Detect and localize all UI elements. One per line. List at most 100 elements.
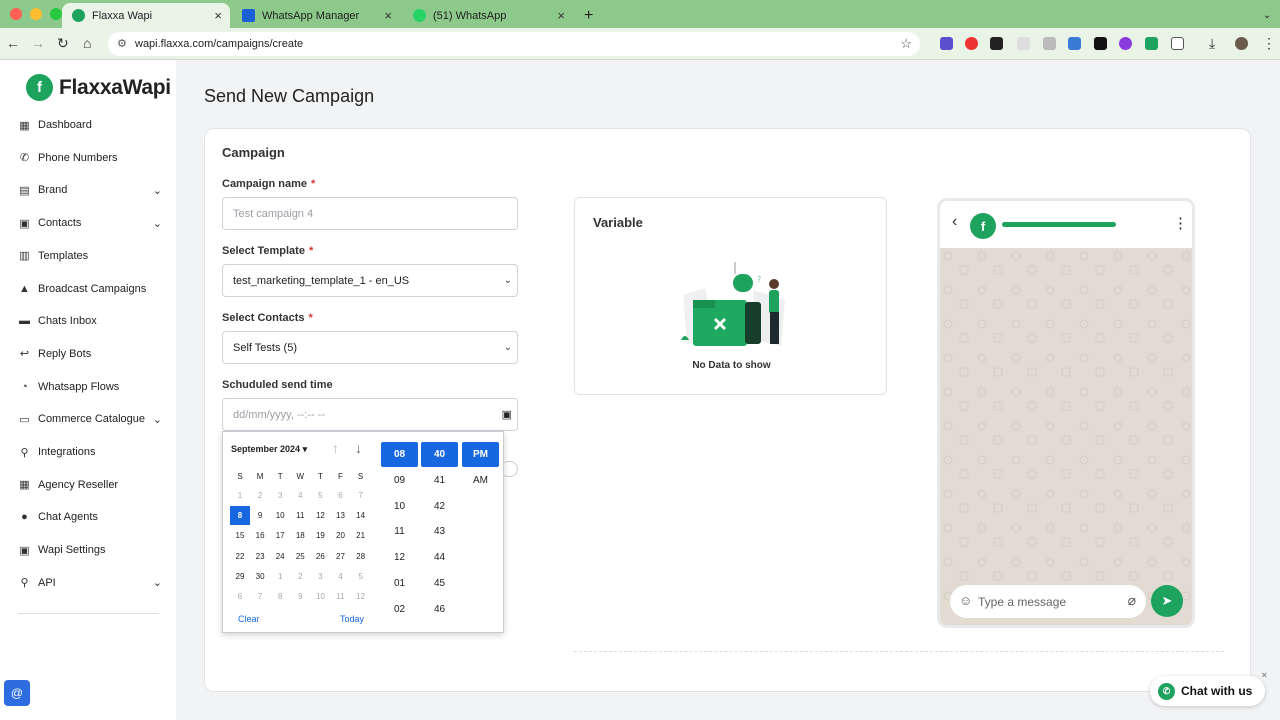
calendar-day[interactable]: 30 (250, 567, 270, 586)
clear-button[interactable]: Clear (238, 614, 260, 624)
extension-icon[interactable] (1119, 37, 1132, 50)
forward-icon[interactable]: → (31, 35, 45, 51)
time-option-minutes[interactable]: 46 (421, 597, 458, 622)
calendar-day[interactable]: 24 (270, 547, 290, 566)
sidebar-item-contacts[interactable]: ▣ Contacts ⌄ (18, 212, 168, 234)
time-option-hours[interactable]: 02 (381, 597, 418, 622)
time-option-ampm[interactable]: AM (462, 468, 499, 493)
calendar-day[interactable]: 27 (331, 547, 351, 566)
calendar-day-selected[interactable]: 8 (230, 506, 250, 526)
sidebar-item-integrations[interactable]: ⚲ Integrations (18, 441, 168, 463)
sidebar-item-brand[interactable]: ▤ Brand ⌄ (18, 179, 168, 201)
chat-with-us-widget[interactable]: ✆ Chat with us × (1150, 670, 1267, 706)
calendar-day[interactable]: 11 (290, 506, 310, 525)
calendar-day[interactable]: 23 (250, 547, 270, 566)
reload-icon[interactable]: ↻ (57, 35, 69, 52)
time-option-hours[interactable]: 08 (381, 442, 418, 467)
time-option-minutes[interactable]: 42 (421, 494, 458, 519)
message-composer[interactable]: ☺ Type a message ⌀ (950, 585, 1146, 618)
close-tab-icon[interactable]: × (384, 8, 392, 23)
template-select[interactable]: test_marketing_template_1 - en_US ⌄ (222, 264, 518, 297)
extension-icon[interactable] (1017, 37, 1030, 50)
sidebar-item-phone-numbers[interactable]: ✆ Phone Numbers (18, 147, 168, 169)
calendar-day[interactable]: 10 (270, 506, 290, 525)
sidebar-item-wapi-settings[interactable]: ▣ Wapi Settings (18, 539, 168, 561)
extension-icon[interactable] (1068, 37, 1081, 50)
calendar-day[interactable]: 1 (230, 486, 250, 505)
time-option-minutes[interactable]: 44 (421, 545, 458, 570)
calendar-day[interactable]: 19 (310, 526, 330, 545)
back-icon[interactable]: ← (6, 35, 20, 51)
address-bar[interactable]: ⚙ wapi.flaxxa.com/campaigns/create ☆ (108, 32, 920, 56)
time-option-hours[interactable]: 12 (381, 545, 418, 570)
time-option-minutes[interactable]: 41 (421, 468, 458, 493)
month-selector[interactable]: September 2024 ▾ (231, 444, 307, 455)
sidebar-item-api[interactable]: ⚲ API ⌄ (18, 572, 168, 594)
browser-menu-icon[interactable]: ⋮ (1262, 35, 1276, 52)
home-icon[interactable]: ⌂ (83, 35, 91, 51)
app-logo[interactable]: f FlaxxaWapi (26, 74, 171, 101)
campaign-name-input[interactable]: Test campaign 4 (222, 197, 518, 230)
time-option-minutes[interactable]: 40 (421, 442, 458, 467)
close-window-button[interactable] (10, 8, 22, 20)
calendar-day[interactable]: 13 (331, 506, 351, 525)
calendar-day[interactable]: 5 (351, 567, 371, 586)
calendar-day[interactable]: 1 (270, 567, 290, 586)
extension-icon[interactable] (965, 37, 978, 50)
calendar-day[interactable]: 21 (351, 526, 371, 545)
calendar-day[interactable]: 7 (250, 587, 270, 606)
send-time-input[interactable]: dd/mm/yyyy, --:-- -- ▣ (222, 398, 518, 431)
calendar-day[interactable]: 16 (250, 526, 270, 545)
calendar-day[interactable]: 7 (351, 486, 371, 505)
sidebar-item-broadcast-campaigns[interactable]: ▲ Broadcast Campaigns (18, 278, 168, 300)
tab-search-chevron-icon[interactable]: ⌄ (1258, 3, 1280, 28)
extension-icon[interactable] (1145, 37, 1158, 50)
time-option-minutes[interactable]: 45 (421, 571, 458, 596)
browser-tab-whatsapp[interactable]: (51) WhatsApp × (403, 3, 573, 28)
send-button[interactable]: ➤ (1151, 585, 1183, 617)
calendar-day[interactable]: 9 (250, 506, 270, 525)
time-option-hours[interactable]: 09 (381, 468, 418, 493)
calendar-day[interactable]: 12 (310, 506, 330, 525)
time-option-hours[interactable]: 10 (381, 494, 418, 519)
time-option-hours[interactable]: 01 (381, 571, 418, 596)
prev-month-icon[interactable]: ↑ (332, 440, 339, 456)
sidebar-item-whatsapp-flows[interactable]: ◔ Whatsapp Flows (18, 376, 168, 398)
calendar-day[interactable]: 4 (331, 567, 351, 586)
extension-icon[interactable] (940, 37, 953, 50)
calendar-day[interactable]: 29 (230, 567, 250, 586)
calendar-day[interactable]: 2 (250, 486, 270, 505)
calendar-day[interactable]: 9 (290, 587, 310, 606)
calendar-day[interactable]: 2 (290, 567, 310, 586)
calendar-day[interactable]: 17 (270, 526, 290, 545)
calendar-day[interactable]: 8 (270, 587, 290, 606)
calendar-day[interactable]: 25 (290, 547, 310, 566)
time-option-minutes[interactable]: 43 (421, 519, 458, 544)
maximize-window-button[interactable] (50, 8, 62, 20)
calendar-day[interactable]: 26 (310, 547, 330, 566)
calendar-icon[interactable]: ▣ (502, 408, 512, 421)
profile-avatar[interactable] (1235, 37, 1248, 50)
floating-at-button[interactable]: @ (4, 680, 30, 706)
site-info-icon[interactable]: ⚙ (117, 37, 127, 50)
calendar-day[interactable]: 6 (230, 587, 250, 606)
calendar-day[interactable]: 14 (351, 506, 371, 525)
minimize-window-button[interactable] (30, 8, 42, 20)
calendar-day[interactable]: 20 (331, 526, 351, 545)
extensions-puzzle-icon[interactable] (1171, 37, 1184, 50)
calendar-day[interactable]: 5 (310, 486, 330, 505)
time-option-hours[interactable]: 11 (381, 519, 418, 544)
close-tab-icon[interactable]: × (214, 8, 222, 23)
calendar-day[interactable]: 11 (331, 587, 351, 606)
calendar-day[interactable]: 18 (290, 526, 310, 545)
calendar-day[interactable]: 22 (230, 547, 250, 566)
bookmark-star-icon[interactable]: ☆ (900, 36, 912, 52)
calendar-day[interactable]: 3 (310, 567, 330, 586)
close-widget-icon[interactable]: × (1262, 670, 1267, 680)
sidebar-item-agency-reseller[interactable]: ▦ Agency Reseller (18, 474, 168, 496)
contacts-select[interactable]: Self Tests (5) ⌄ (222, 331, 518, 364)
sidebar-item-reply-bots[interactable]: ↩ Reply Bots (18, 343, 168, 365)
kebab-menu-icon[interactable]: ⋮ (1173, 214, 1188, 232)
back-chevron-icon[interactable]: ‹ (952, 213, 957, 231)
sidebar-item-chat-agents[interactable]: ● Chat Agents (18, 506, 168, 528)
